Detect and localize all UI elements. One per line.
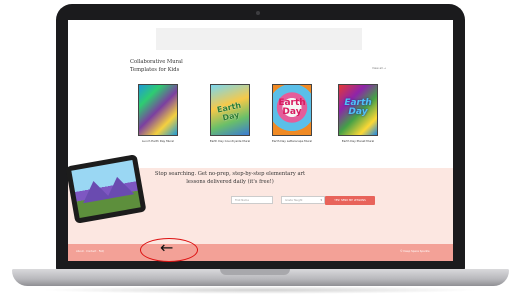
laptop-notch <box>220 269 290 275</box>
webcam-icon <box>256 11 260 15</box>
site-footer <box>68 244 453 261</box>
product-caption[interactable]: Lunch Earth Day Mural <box>130 139 186 143</box>
thumbnail-art-text: Earth Day <box>278 98 306 117</box>
view-all-link[interactable]: View all → <box>372 66 386 70</box>
grade-select[interactable]: Grade Taught ▾ <box>281 196 325 204</box>
thumbnail-art-text: Earth Day <box>344 98 372 117</box>
first-name-input[interactable]: First Name <box>231 196 273 204</box>
chevron-down-icon: ▾ <box>320 198 322 202</box>
thumbnail-art-text: Earth Day <box>216 100 242 123</box>
product-card[interactable]: Earth Day Earth Day Letterscape Mural <box>264 84 320 143</box>
signup-headline: Stop searching. Get no-prep, step-by-ste… <box>154 171 306 185</box>
browser-screen: Collaborative Mural Templates for Kids V… <box>68 20 453 261</box>
submit-signup-button[interactable]: YES! SEND ME LESSONS <box>325 196 375 205</box>
product-caption[interactable]: Earth Day Letterscape Mural <box>264 139 320 143</box>
laptop-shadow <box>40 286 480 294</box>
grade-placeholder: Grade Taught <box>285 199 303 202</box>
section-title: Collaborative Mural Templates for Kids <box>130 59 183 73</box>
product-thumbnail[interactable]: Earth Day <box>272 84 312 136</box>
footer-links[interactable]: About · Contact · FAQ <box>76 250 104 253</box>
product-caption[interactable]: Earth Day Countryside Mural <box>202 139 258 143</box>
mountain-shape <box>103 174 135 200</box>
product-thumbnail[interactable]: Earth Day <box>338 84 378 136</box>
page-header-banner <box>156 28 362 50</box>
annotation-arrow-icon: ← <box>160 238 174 257</box>
tablet-illustration <box>65 154 147 224</box>
first-name-placeholder: First Name <box>235 199 249 202</box>
product-thumbnail[interactable]: Earth Day <box>210 84 250 136</box>
product-thumbnail[interactable] <box>138 84 178 136</box>
footer-copyright: © Deep Space Sparkle <box>400 250 430 253</box>
product-card[interactable]: Earth Day Earth Day Planet Mural <box>330 84 386 143</box>
product-card[interactable]: Lunch Earth Day Mural <box>130 84 186 143</box>
product-card[interactable]: Earth Day Earth Day Countryside Mural <box>202 84 258 143</box>
product-caption[interactable]: Earth Day Planet Mural <box>330 139 386 143</box>
mountain-art-image <box>71 159 141 219</box>
